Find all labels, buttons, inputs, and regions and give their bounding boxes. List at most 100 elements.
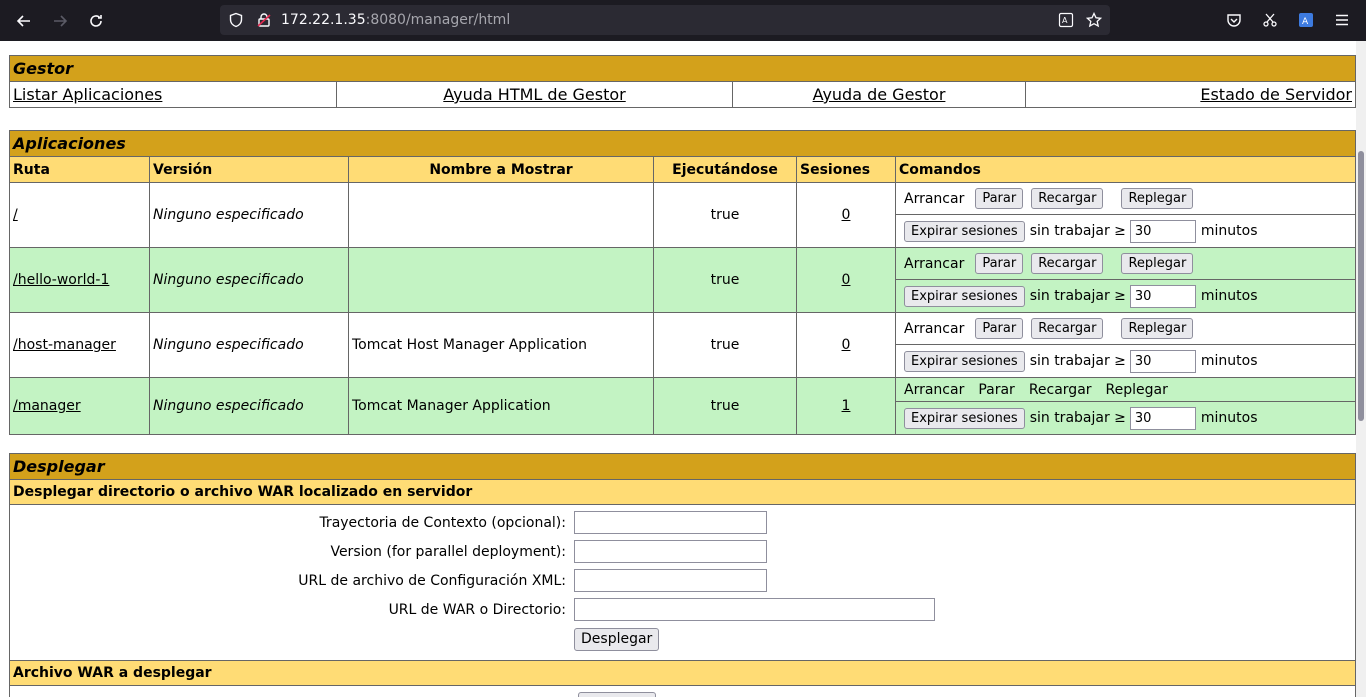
pocket-icon[interactable]	[1225, 11, 1243, 29]
config-xml-url-input[interactable]	[574, 569, 767, 592]
deploy-button[interactable]: Desplegar	[574, 628, 660, 651]
shield-icon[interactable]	[227, 11, 245, 29]
header-path: Ruta	[9, 156, 150, 183]
deploy-table: Desplegar Desplegar directorio o archivo…	[9, 453, 1356, 697]
url-bar[interactable]: 172.22.1.35:8080/manager/html A	[220, 5, 1110, 35]
forward-arrow-icon	[54, 15, 68, 27]
app-path-link[interactable]: /host-manager	[13, 337, 116, 353]
expire-sessions-button[interactable]: Expirar sesiones	[904, 350, 1025, 372]
reload-app-button[interactable]: Recargar	[1031, 318, 1104, 339]
start-label: Arrancar	[904, 320, 965, 337]
idle-minutes-input[interactable]: 30	[1129, 349, 1196, 373]
browser-toolbar: 172.22.1.35:8080/manager/html A A	[0, 0, 1366, 41]
app-display-name: Tomcat Host Manager Application	[348, 312, 654, 378]
app-running: true	[653, 377, 797, 435]
header-commands: Comandos	[895, 156, 1356, 183]
app-commands: Arrancar Parar Recargar Replegar Expirar…	[895, 377, 1356, 435]
svg-text:A: A	[1062, 16, 1068, 25]
idle-minutes-input[interactable]: 30	[1129, 406, 1196, 430]
reload-app-button[interactable]: Recargar	[1031, 188, 1104, 209]
idle-label: sin trabajar ≥	[1029, 223, 1126, 239]
app-display-name	[348, 182, 654, 248]
browse-file-button[interactable]	[578, 692, 656, 697]
start-label: Arrancar	[904, 381, 965, 398]
minutes-label: minutos	[1200, 353, 1258, 369]
war-url-label: URL de WAR o Directorio:	[388, 602, 566, 618]
app-commands: Arrancar Parar Recargar Replegar Expirar…	[895, 182, 1356, 248]
url-text: 172.22.1.35:8080/manager/html	[281, 12, 510, 28]
bookmark-star-icon[interactable]	[1085, 11, 1103, 29]
svg-text:A: A	[1302, 17, 1309, 27]
back-button[interactable]	[6, 3, 42, 39]
war-upload-form	[9, 685, 1356, 697]
reload-button[interactable]	[78, 3, 114, 39]
header-version: Versión	[149, 156, 349, 183]
app-commands: Arrancar Parar Recargar Replegar Expirar…	[895, 312, 1356, 378]
forward-button[interactable]	[42, 3, 78, 39]
insecure-lock-icon[interactable]	[255, 11, 273, 29]
stop-label: Parar	[978, 381, 1015, 398]
url-path: :8080/manager/html	[365, 12, 511, 28]
stop-button[interactable]: Parar	[975, 253, 1024, 274]
table-row: / Ninguno especificado true 0 Arrancar P…	[9, 182, 1356, 248]
stop-button[interactable]: Parar	[975, 188, 1024, 209]
config-xml-url-label: URL de archivo de Configuración XML:	[298, 573, 566, 589]
screenshot-icon[interactable]	[1261, 11, 1279, 29]
war-url-input[interactable]	[574, 598, 935, 621]
app-version: Ninguno especificado	[149, 182, 349, 248]
header-running: Ejecutándose	[653, 156, 797, 183]
table-row: /manager Ninguno especificado Tomcat Man…	[9, 377, 1356, 435]
version-label: Version (for parallel deployment):	[330, 544, 566, 560]
context-path-input[interactable]	[574, 511, 767, 534]
undeploy-button[interactable]: Replegar	[1121, 188, 1194, 209]
manager-title: Gestor	[9, 55, 1356, 82]
reload-app-button[interactable]: Recargar	[1031, 253, 1104, 274]
app-sessions-link[interactable]: 0	[842, 337, 851, 353]
applications-title: Aplicaciones	[9, 130, 1356, 157]
minutes-label: minutos	[1200, 410, 1258, 426]
translate-extension-icon[interactable]: A	[1297, 11, 1315, 29]
url-host: 172.22.1.35	[281, 12, 366, 28]
start-label: Arrancar	[904, 190, 965, 207]
app-path-link[interactable]: /manager	[13, 398, 81, 414]
minutes-label: minutos	[1200, 288, 1258, 304]
reload-icon	[90, 15, 102, 27]
app-version: Ninguno especificado	[149, 247, 349, 313]
page-content: Gestor Listar Aplicaciones Ayuda HTML de…	[0, 41, 1356, 697]
idle-minutes-input[interactable]: 30	[1129, 284, 1196, 308]
deploy-server-form: Trayectoria de Contexto (opcional): Vers…	[9, 504, 1356, 661]
app-display-name: Tomcat Manager Application	[348, 377, 654, 435]
idle-label: sin trabajar ≥	[1029, 288, 1126, 304]
applications-table: Aplicaciones Ruta Versión Nombre a Mostr…	[9, 130, 1356, 435]
app-running: true	[653, 182, 797, 248]
start-label: Arrancar	[904, 255, 965, 272]
app-sessions-link[interactable]: 0	[842, 207, 851, 223]
idle-minutes-input[interactable]: 30	[1129, 219, 1196, 243]
header-display-name: Nombre a Mostrar	[348, 156, 654, 183]
deploy-title: Desplegar	[9, 453, 1356, 480]
version-input[interactable]	[574, 540, 767, 563]
minutes-label: minutos	[1200, 223, 1258, 239]
expire-sessions-button[interactable]: Expirar sesiones	[904, 407, 1025, 429]
app-path-link[interactable]: /hello-world-1	[13, 272, 109, 288]
list-apps-link[interactable]: Listar Aplicaciones	[13, 85, 162, 104]
app-sessions-link[interactable]: 1	[842, 398, 851, 414]
expire-sessions-button[interactable]: Expirar sesiones	[904, 220, 1025, 242]
undeploy-button[interactable]: Replegar	[1121, 318, 1194, 339]
reload-label: Recargar	[1028, 381, 1092, 398]
scrollbar-thumb[interactable]	[1358, 151, 1364, 421]
undeploy-button[interactable]: Replegar	[1121, 253, 1194, 274]
manager-help-link[interactable]: Ayuda de Gestor	[813, 85, 946, 104]
translate-icon[interactable]: A	[1057, 11, 1075, 29]
expire-sessions-button[interactable]: Expirar sesiones	[904, 285, 1025, 307]
stop-button[interactable]: Parar	[975, 318, 1024, 339]
server-status-link[interactable]: Estado de Servidor	[1200, 85, 1352, 104]
app-sessions-link[interactable]: 0	[842, 272, 851, 288]
html-help-link[interactable]: Ayuda HTML de Gestor	[443, 85, 625, 104]
idle-label: sin trabajar ≥	[1029, 353, 1126, 369]
app-path-link[interactable]: /	[13, 207, 18, 223]
app-commands: Arrancar Parar Recargar Replegar Expirar…	[895, 247, 1356, 313]
page-scrollbar[interactable]	[1356, 41, 1366, 697]
hamburger-menu-icon[interactable]	[1333, 11, 1351, 29]
war-upload-section-title: Archivo WAR a desplegar	[9, 660, 1356, 686]
